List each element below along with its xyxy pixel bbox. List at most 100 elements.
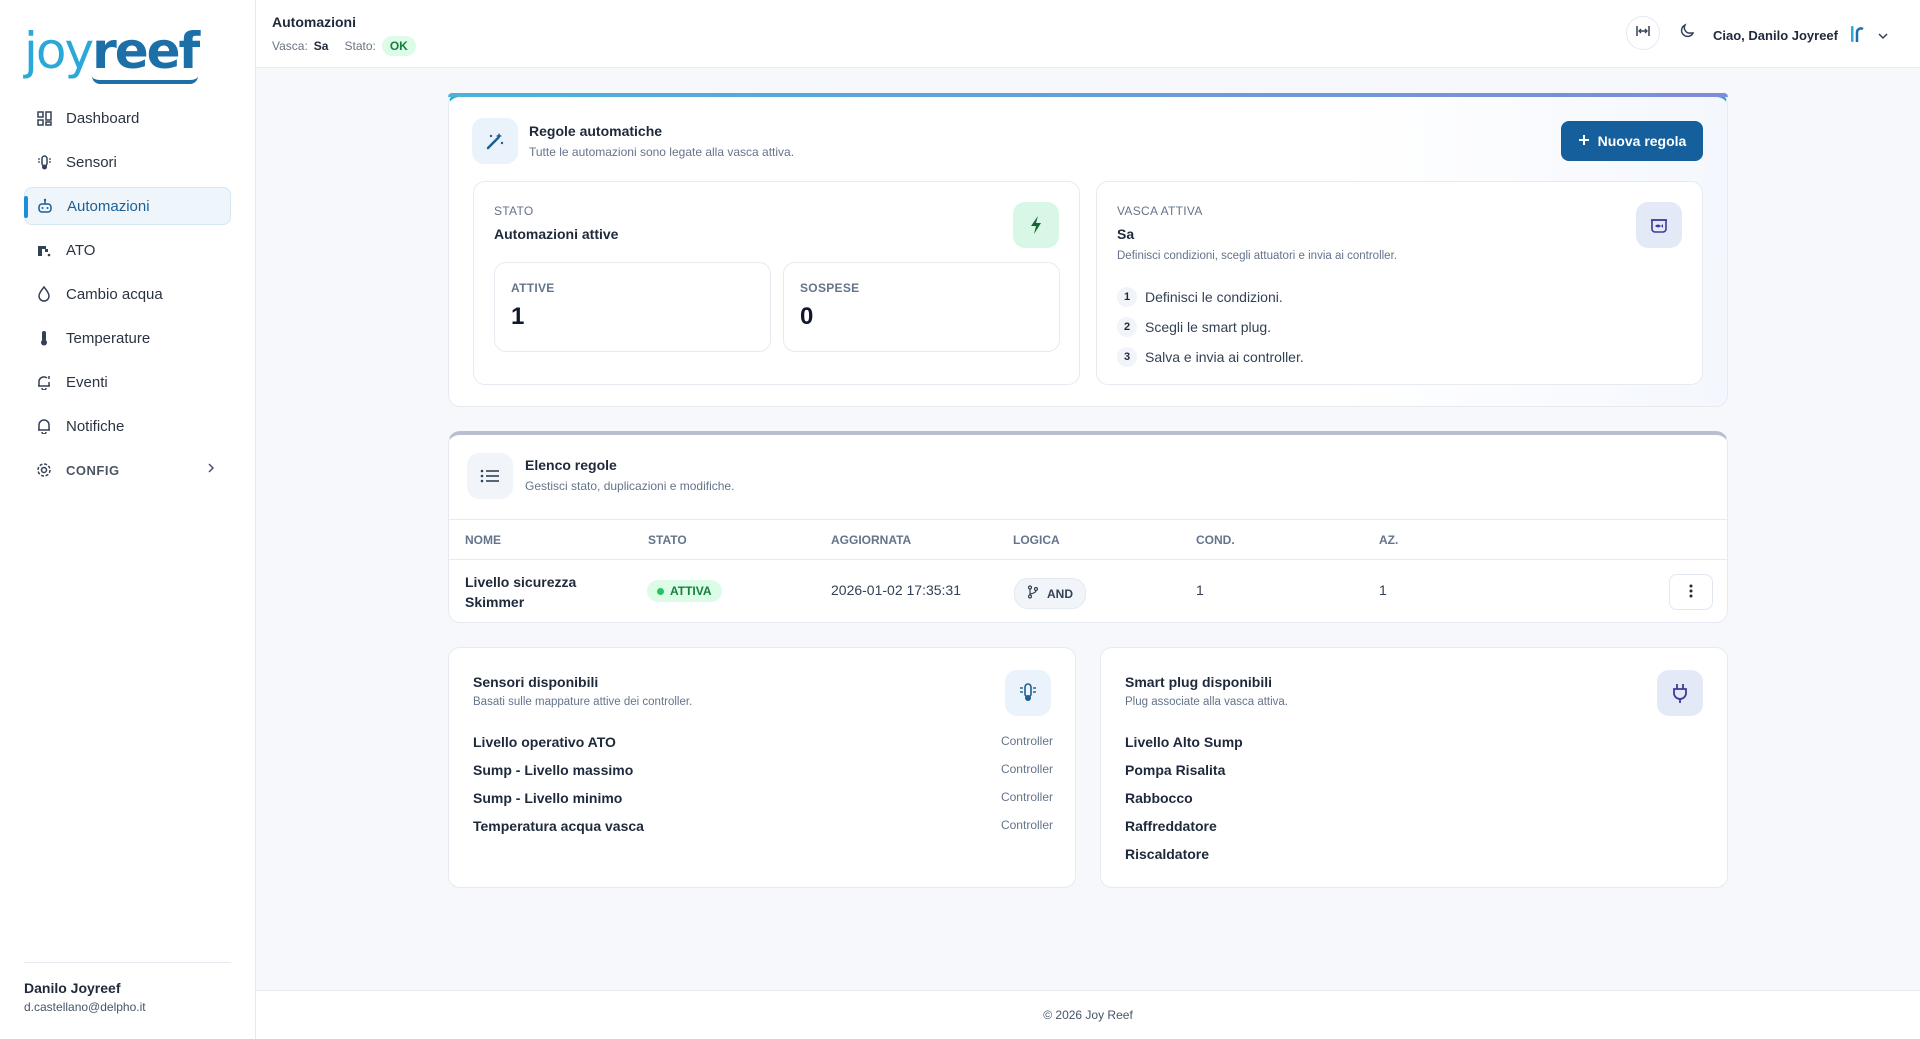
sensor-name: Livello operativo ATO xyxy=(473,734,616,750)
active-tank-panel: VASCA ATTIVA Sa Definisci condizioni, sc… xyxy=(1096,181,1703,385)
sidebar-item-label: Notifiche xyxy=(66,417,125,435)
more-vertical-icon xyxy=(1689,584,1693,601)
stato-label: Stato: xyxy=(344,39,376,53)
sidebar-item-label: Automazioni xyxy=(67,197,150,215)
list-item: Temperatura acqua vasca Controller xyxy=(473,818,1053,846)
rule-name: Livello sicurezza Skimmer xyxy=(465,572,576,612)
sidebar-item-notifiche[interactable]: Notifiche xyxy=(24,407,231,445)
step-text: Definisci le condizioni. xyxy=(1145,289,1283,305)
moon-icon xyxy=(1680,23,1695,43)
plugs-subtitle: Plug associate alla vasca attiva. xyxy=(1125,696,1289,708)
sensor-name: Sump - Livello minimo xyxy=(473,790,623,806)
column-header[interactable]: LOGICA xyxy=(1013,533,1060,547)
footer: © 2026 Joy Reef xyxy=(256,990,1920,1039)
sidebar-item-sensori[interactable]: Sensori xyxy=(24,143,231,181)
rules-card-title: Regole automatiche xyxy=(529,123,663,139)
column-header[interactable]: STATO xyxy=(648,533,687,547)
magic-wand-icon xyxy=(472,118,518,164)
vasca-label: Vasca: xyxy=(272,39,308,53)
sensor-icon xyxy=(1005,670,1051,716)
sidebar-item-eventi[interactable]: Eventi xyxy=(24,363,231,401)
step-item: 2 Scegli le smart plug. xyxy=(1117,312,1304,342)
fit-width-button[interactable] xyxy=(1626,16,1660,50)
lightning-icon xyxy=(1013,202,1059,248)
rule-name-line1: Livello sicurezza xyxy=(465,574,577,590)
user-menu[interactable]: Ciao, Danilo Joyreef xyxy=(1713,24,1888,47)
thermometer-icon xyxy=(36,330,52,346)
sensor-source: Controller xyxy=(1000,790,1053,804)
list-item: Rabbocco xyxy=(1125,790,1193,806)
active-count: 1 xyxy=(511,303,525,330)
sensors-title: Sensori disponibili xyxy=(473,674,599,690)
available-plugs-card: Smart plug disponibili Plug associate al… xyxy=(1100,647,1728,888)
greeting-text: Ciao, Danilo Joyreef xyxy=(1713,28,1838,43)
dark-mode-button[interactable] xyxy=(1670,16,1704,50)
status-panel: STATO Automazioni attive ATTIVE 1 SOSPES… xyxy=(473,181,1080,385)
sidebar-item-config[interactable]: CONFIG xyxy=(24,451,231,489)
status-label: STATO xyxy=(494,204,534,218)
row-actions-button[interactable] xyxy=(1669,574,1713,610)
sensors-list: Livello operativo ATO Controller Sump - L… xyxy=(473,734,1053,846)
branch-icon xyxy=(1027,585,1039,602)
fit-width-icon xyxy=(1635,24,1651,43)
rules-list-card: Elenco regole Gestisci stato, duplicazio… xyxy=(448,431,1728,623)
active-tank-name: Sa xyxy=(1117,226,1135,242)
sensor-source: Controller xyxy=(1000,762,1053,776)
sensor-source: Controller xyxy=(1000,734,1053,748)
list-item: Raffreddatore xyxy=(1125,818,1217,834)
rules-list-subtitle: Gestisci stato, duplicazioni e modifiche… xyxy=(525,479,735,493)
vasca-value: Sa xyxy=(313,39,329,53)
new-rule-button[interactable]: Nuova regola xyxy=(1561,121,1703,161)
logo-text-reef: reef xyxy=(92,22,200,84)
sidebar-item-label: Cambio acqua xyxy=(66,285,163,303)
column-header[interactable]: AGGIORNATA xyxy=(831,533,911,547)
active-count-box: ATTIVE 1 xyxy=(494,262,771,352)
sidebar-item-temperature[interactable]: Temperature xyxy=(24,319,231,357)
rule-updated: 2026-01-02 17:35:31 xyxy=(831,582,961,598)
rule-az: 1 xyxy=(1379,582,1387,598)
sidebar-item-label: CONFIG xyxy=(66,462,120,478)
sidebar-item-cambio-acqua[interactable]: Cambio acqua xyxy=(24,275,231,313)
top-header: Automazioni Vasca: Sa Stato: OK Ciao, Da… xyxy=(256,0,1920,68)
plus-icon xyxy=(1578,133,1590,149)
table-row[interactable]: Livello sicurezza Skimmer ATTIVA 2026-01… xyxy=(449,560,1727,622)
active-label: ATTIVE xyxy=(511,281,555,295)
footer-copyright: © 2026 Joy Reef xyxy=(1043,1008,1133,1022)
step-item: 1 Definisci le condizioni. xyxy=(1117,282,1304,312)
suspended-label: SOSPESE xyxy=(800,281,860,295)
faucet-icon xyxy=(36,242,52,258)
sidebar-item-automazioni[interactable]: Automazioni xyxy=(24,187,231,225)
column-header[interactable]: COND. xyxy=(1196,533,1235,547)
plugs-title: Smart plug disponibili xyxy=(1125,674,1272,690)
chevron-down-icon xyxy=(1878,28,1888,43)
sidebar-item-label: Dashboard xyxy=(66,109,140,127)
step-number: 1 xyxy=(1117,287,1137,307)
sidebar-user-email: d.castellano@delpho.it xyxy=(24,1000,146,1014)
new-rule-label: Nuova regola xyxy=(1597,133,1687,149)
steps-list: 1 Definisci le condizioni. 2 Scegli le sma… xyxy=(1117,282,1304,372)
step-item: 3 Salva e invia ai controller. xyxy=(1117,342,1304,372)
sidebar-item-ato[interactable]: ATO xyxy=(24,231,231,269)
list-item: Sump - Livello massimo Controller xyxy=(473,762,1053,790)
step-text: Salva e invia ai controller. xyxy=(1145,349,1304,365)
rule-logic-label: AND xyxy=(1047,586,1073,601)
column-header[interactable]: NOME xyxy=(465,533,501,547)
step-number: 2 xyxy=(1117,317,1137,337)
list-item: Livello operativo ATO Controller xyxy=(473,734,1053,762)
sidebar-user: Danilo Joyreef d.castellano@delpho.it xyxy=(24,980,146,1014)
rules-card-subtitle: Tutte le automazioni sono legate alla va… xyxy=(529,145,795,159)
rule-logic-badge: AND xyxy=(1014,578,1086,609)
sensor-source: Controller xyxy=(1000,818,1053,832)
sidebar-user-name: Danilo Joyreef xyxy=(24,980,121,996)
chevron-right-icon xyxy=(207,462,215,477)
sidebar-item-dashboard[interactable]: Dashboard xyxy=(24,99,231,137)
joyreef-logo[interactable]: joyreef xyxy=(24,22,200,84)
sidebar-item-label: Eventi xyxy=(66,373,108,391)
sidebar-item-label: Sensori xyxy=(66,153,117,171)
list-item: Livello Alto Sump xyxy=(1125,734,1243,750)
column-header[interactable]: AZ. xyxy=(1379,533,1398,547)
robot-icon xyxy=(37,198,53,214)
step-text: Scegli le smart plug. xyxy=(1145,319,1272,335)
sensors-subtitle: Basati sulle mappature attive dei contro… xyxy=(473,696,693,708)
rules-overview-card: Regole automatiche Tutte le automazioni … xyxy=(448,93,1728,407)
